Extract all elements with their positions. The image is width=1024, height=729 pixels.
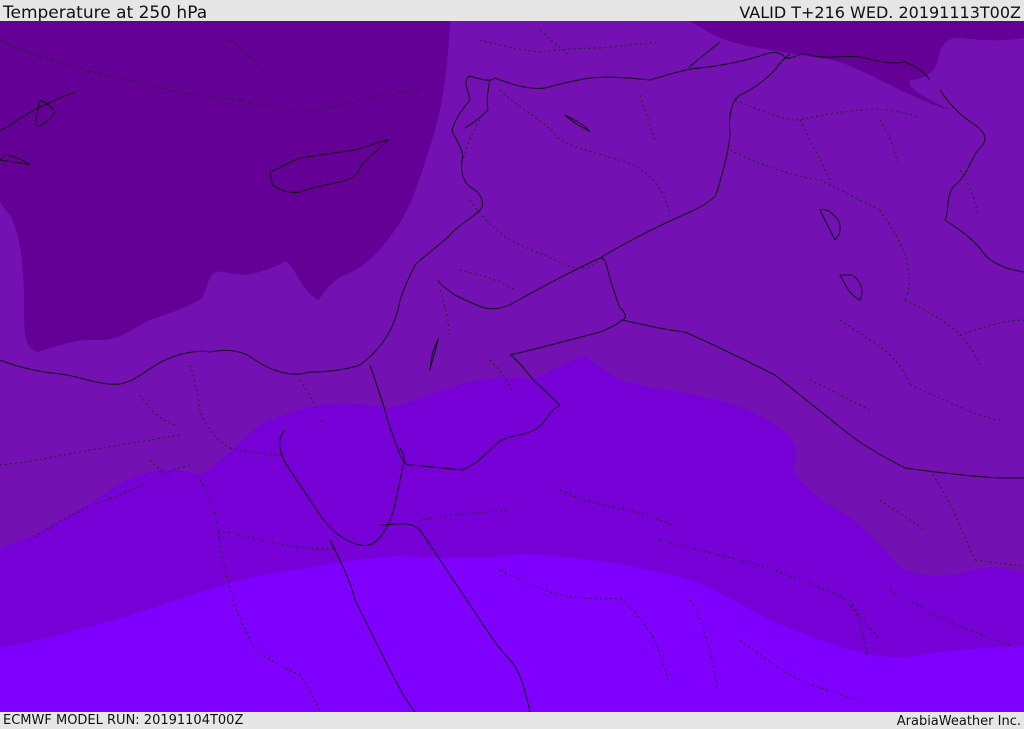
header-bar: Temperature at 250 hPa VALID T+216 WED. … xyxy=(0,0,1024,23)
temperature-map xyxy=(0,21,1024,712)
model-run-label: ECMWF MODEL RUN: 20191104T00Z xyxy=(3,713,244,728)
map-panel: Temperature at 250 hPa VALID T+216 WED. … xyxy=(0,0,1024,729)
credit-label: ArabiaWeather Inc. xyxy=(896,714,1021,729)
map-canvas xyxy=(0,21,1024,712)
footer-bar: ECMWF MODEL RUN: 20191104T00Z ArabiaWeat… xyxy=(0,712,1024,729)
map-title: Temperature at 250 hPa xyxy=(3,3,208,23)
valid-time-label: VALID T+216 WED. 20191113T00Z xyxy=(739,3,1021,22)
